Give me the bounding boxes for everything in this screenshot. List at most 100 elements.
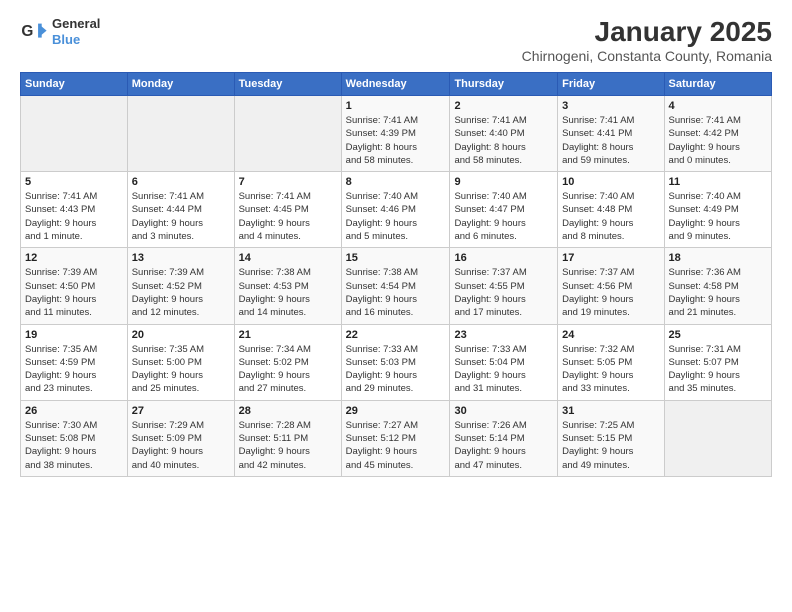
day-of-week-header: Wednesday xyxy=(341,73,450,96)
day-number: 20 xyxy=(132,329,230,341)
day-number: 7 xyxy=(239,176,337,188)
calendar-cell: 16 Sunrise: 7:37 AM Sunset: 4:55 PM Dayli… xyxy=(450,248,558,324)
day-number: 23 xyxy=(454,329,553,341)
day-info: Sunrise: 7:25 AM Sunset: 5:15 PM Dayligh… xyxy=(562,419,659,472)
calendar-cell: 4 Sunrise: 7:41 AM Sunset: 4:42 PM Daylig… xyxy=(664,96,771,172)
day-info: Sunrise: 7:32 AM Sunset: 5:05 PM Dayligh… xyxy=(562,343,659,396)
day-info: Sunrise: 7:40 AM Sunset: 4:48 PM Dayligh… xyxy=(562,190,659,243)
calendar-week-row: 5Sunrise: 7:41 AM Sunset: 4:43 PM Daylig… xyxy=(21,172,772,248)
day-info: Sunrise: 7:41 AM Sunset: 4:42 PM Dayligh… xyxy=(669,114,767,167)
day-number: 12 xyxy=(25,252,123,264)
day-number: 30 xyxy=(454,405,553,417)
day-info: Sunrise: 7:28 AM Sunset: 5:11 PM Dayligh… xyxy=(239,419,337,472)
calendar-cell: 30 Sunrise: 7:26 AM Sunset: 5:14 PM Dayli… xyxy=(450,400,558,476)
calendar-cell: 10 Sunrise: 7:40 AM Sunset: 4:48 PM Dayli… xyxy=(558,172,664,248)
day-of-week-header: Thursday xyxy=(450,73,558,96)
day-number: 31 xyxy=(562,405,659,417)
day-of-week-header: Tuesday xyxy=(234,73,341,96)
logo: G General Blue xyxy=(20,16,100,47)
calendar-cell: 3 Sunrise: 7:41 AM Sunset: 4:41 PM Daylig… xyxy=(558,96,664,172)
calendar-cell: 31 Sunrise: 7:25 AM Sunset: 5:15 PM Dayli… xyxy=(558,400,664,476)
day-number: 29 xyxy=(346,405,446,417)
calendar-cell: 29 Sunrise: 7:27 AM Sunset: 5:12 PM Dayli… xyxy=(341,400,450,476)
day-info: Sunrise: 7:26 AM Sunset: 5:14 PM Dayligh… xyxy=(454,419,553,472)
day-info: Sunrise: 7:27 AM Sunset: 5:12 PM Dayligh… xyxy=(346,419,446,472)
calendar-cell: 7Sunrise: 7:41 AM Sunset: 4:45 PM Daylig… xyxy=(234,172,341,248)
day-number: 16 xyxy=(454,252,553,264)
logo-text: General Blue xyxy=(52,16,100,47)
logo-line2: Blue xyxy=(52,32,100,48)
day-info: Sunrise: 7:36 AM Sunset: 4:58 PM Dayligh… xyxy=(669,266,767,319)
calendar-cell xyxy=(21,96,128,172)
calendar-cell: 5Sunrise: 7:41 AM Sunset: 4:43 PM Daylig… xyxy=(21,172,128,248)
calendar-header-row: SundayMondayTuesdayWednesdayThursdayFrid… xyxy=(21,73,772,96)
calendar-cell: 6 Sunrise: 7:41 AM Sunset: 4:44 PM Daylig… xyxy=(127,172,234,248)
calendar-cell: 24Sunrise: 7:32 AM Sunset: 5:05 PM Dayli… xyxy=(558,324,664,400)
day-number: 15 xyxy=(346,252,446,264)
day-info: Sunrise: 7:30 AM Sunset: 5:08 PM Dayligh… xyxy=(25,419,123,472)
day-number: 1 xyxy=(346,100,446,112)
calendar-cell: 14 Sunrise: 7:38 AM Sunset: 4:53 PM Dayli… xyxy=(234,248,341,324)
day-info: Sunrise: 7:41 AM Sunset: 4:39 PM Dayligh… xyxy=(346,114,446,167)
day-info: Sunrise: 7:31 AM Sunset: 5:07 PM Dayligh… xyxy=(669,343,767,396)
day-of-week-header: Friday xyxy=(558,73,664,96)
day-info: Sunrise: 7:41 AM Sunset: 4:44 PM Dayligh… xyxy=(132,190,230,243)
calendar-week-row: 26Sunrise: 7:30 AM Sunset: 5:08 PM Dayli… xyxy=(21,400,772,476)
calendar-cell: 19Sunrise: 7:35 AM Sunset: 4:59 PM Dayli… xyxy=(21,324,128,400)
day-number: 13 xyxy=(132,252,230,264)
day-number: 28 xyxy=(239,405,337,417)
day-info: Sunrise: 7:38 AM Sunset: 4:54 PM Dayligh… xyxy=(346,266,446,319)
calendar-week-row: 12 Sunrise: 7:39 AM Sunset: 4:50 PM Dayli… xyxy=(21,248,772,324)
day-number: 22 xyxy=(346,329,446,341)
day-number: 6 xyxy=(132,176,230,188)
calendar-cell xyxy=(127,96,234,172)
day-of-week-header: Monday xyxy=(127,73,234,96)
calendar-cell: 11Sunrise: 7:40 AM Sunset: 4:49 PM Dayli… xyxy=(664,172,771,248)
day-number: 18 xyxy=(669,252,767,264)
calendar-cell: 23 Sunrise: 7:33 AM Sunset: 5:04 PM Dayli… xyxy=(450,324,558,400)
day-info: Sunrise: 7:39 AM Sunset: 4:50 PM Dayligh… xyxy=(25,266,123,319)
day-info: Sunrise: 7:37 AM Sunset: 4:56 PM Dayligh… xyxy=(562,266,659,319)
day-number: 9 xyxy=(454,176,553,188)
day-info: Sunrise: 7:40 AM Sunset: 4:47 PM Dayligh… xyxy=(454,190,553,243)
calendar-week-row: 1 Sunrise: 7:41 AM Sunset: 4:39 PM Daylig… xyxy=(21,96,772,172)
day-info: Sunrise: 7:37 AM Sunset: 4:55 PM Dayligh… xyxy=(454,266,553,319)
calendar-cell: 28 Sunrise: 7:28 AM Sunset: 5:11 PM Dayli… xyxy=(234,400,341,476)
day-info: Sunrise: 7:33 AM Sunset: 5:04 PM Dayligh… xyxy=(454,343,553,396)
day-number: 10 xyxy=(562,176,659,188)
day-info: Sunrise: 7:34 AM Sunset: 5:02 PM Dayligh… xyxy=(239,343,337,396)
day-info: Sunrise: 7:35 AM Sunset: 5:00 PM Dayligh… xyxy=(132,343,230,396)
day-info: Sunrise: 7:39 AM Sunset: 4:52 PM Dayligh… xyxy=(132,266,230,319)
day-info: Sunrise: 7:41 AM Sunset: 4:40 PM Dayligh… xyxy=(454,114,553,167)
calendar-cell: 17Sunrise: 7:37 AM Sunset: 4:56 PM Dayli… xyxy=(558,248,664,324)
calendar-cell: 13 Sunrise: 7:39 AM Sunset: 4:52 PM Dayli… xyxy=(127,248,234,324)
day-number: 3 xyxy=(562,100,659,112)
day-number: 14 xyxy=(239,252,337,264)
day-info: Sunrise: 7:41 AM Sunset: 4:41 PM Dayligh… xyxy=(562,114,659,167)
calendar-cell: 1 Sunrise: 7:41 AM Sunset: 4:39 PM Daylig… xyxy=(341,96,450,172)
calendar-cell: 12 Sunrise: 7:39 AM Sunset: 4:50 PM Dayli… xyxy=(21,248,128,324)
calendar-cell: 18 Sunrise: 7:36 AM Sunset: 4:58 PM Dayli… xyxy=(664,248,771,324)
day-info: Sunrise: 7:38 AM Sunset: 4:53 PM Dayligh… xyxy=(239,266,337,319)
logo-icon: G xyxy=(20,18,48,46)
day-info: Sunrise: 7:40 AM Sunset: 4:49 PM Dayligh… xyxy=(669,190,767,243)
calendar-cell: 21Sunrise: 7:34 AM Sunset: 5:02 PM Dayli… xyxy=(234,324,341,400)
calendar-cell: 9 Sunrise: 7:40 AM Sunset: 4:47 PM Daylig… xyxy=(450,172,558,248)
day-of-week-header: Saturday xyxy=(664,73,771,96)
svg-text:G: G xyxy=(21,23,33,40)
day-number: 27 xyxy=(132,405,230,417)
calendar-cell: 20 Sunrise: 7:35 AM Sunset: 5:00 PM Dayli… xyxy=(127,324,234,400)
calendar-cell: 27Sunrise: 7:29 AM Sunset: 5:09 PM Dayli… xyxy=(127,400,234,476)
calendar-cell: 22 Sunrise: 7:33 AM Sunset: 5:03 PM Dayli… xyxy=(341,324,450,400)
day-number: 2 xyxy=(454,100,553,112)
calendar-cell xyxy=(234,96,341,172)
calendar-cell: 25Sunrise: 7:31 AM Sunset: 5:07 PM Dayli… xyxy=(664,324,771,400)
day-info: Sunrise: 7:35 AM Sunset: 4:59 PM Dayligh… xyxy=(25,343,123,396)
day-info: Sunrise: 7:40 AM Sunset: 4:46 PM Dayligh… xyxy=(346,190,446,243)
calendar-cell: 26Sunrise: 7:30 AM Sunset: 5:08 PM Dayli… xyxy=(21,400,128,476)
logo-line1: General xyxy=(52,16,100,32)
calendar-cell: 2 Sunrise: 7:41 AM Sunset: 4:40 PM Daylig… xyxy=(450,96,558,172)
day-info: Sunrise: 7:33 AM Sunset: 5:03 PM Dayligh… xyxy=(346,343,446,396)
day-of-week-header: Sunday xyxy=(21,73,128,96)
day-number: 4 xyxy=(669,100,767,112)
